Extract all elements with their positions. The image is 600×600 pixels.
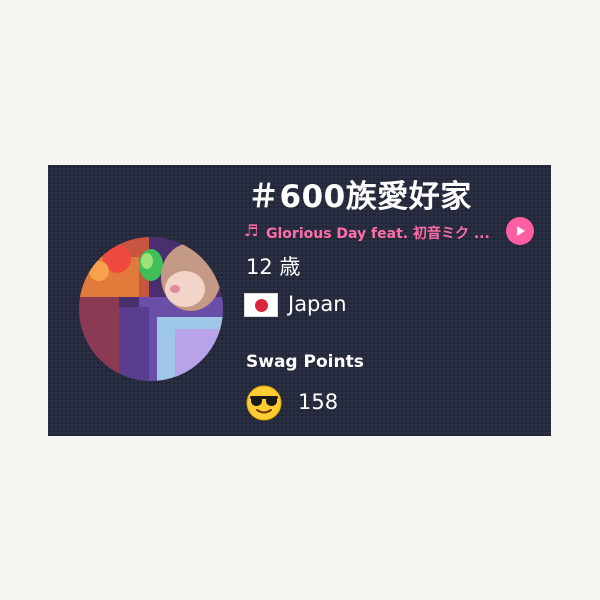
profile-title: ＃600族愛好家	[248, 179, 472, 215]
sunglasses-face-icon	[246, 385, 282, 421]
music-note-icon: ♬	[244, 221, 259, 240]
profile-card: ＃600族愛好家 ♬ Glorious Day feat. 初音ミク ... 1…	[48, 165, 551, 436]
avatar-illustration	[79, 237, 223, 381]
swag-points-label: Swag Points	[246, 352, 364, 372]
avatar	[79, 237, 223, 381]
japan-flag-icon	[244, 293, 278, 317]
country-name: Japan	[288, 292, 347, 316]
play-button[interactable]	[506, 217, 534, 245]
song-title[interactable]: Glorious Day feat. 初音ミク ...	[266, 223, 504, 243]
now-playing: ♬ Glorious Day feat. 初音ミク ...	[244, 217, 534, 247]
swag-points-value: 158	[298, 390, 339, 414]
age-label: 12 歳	[246, 255, 301, 279]
